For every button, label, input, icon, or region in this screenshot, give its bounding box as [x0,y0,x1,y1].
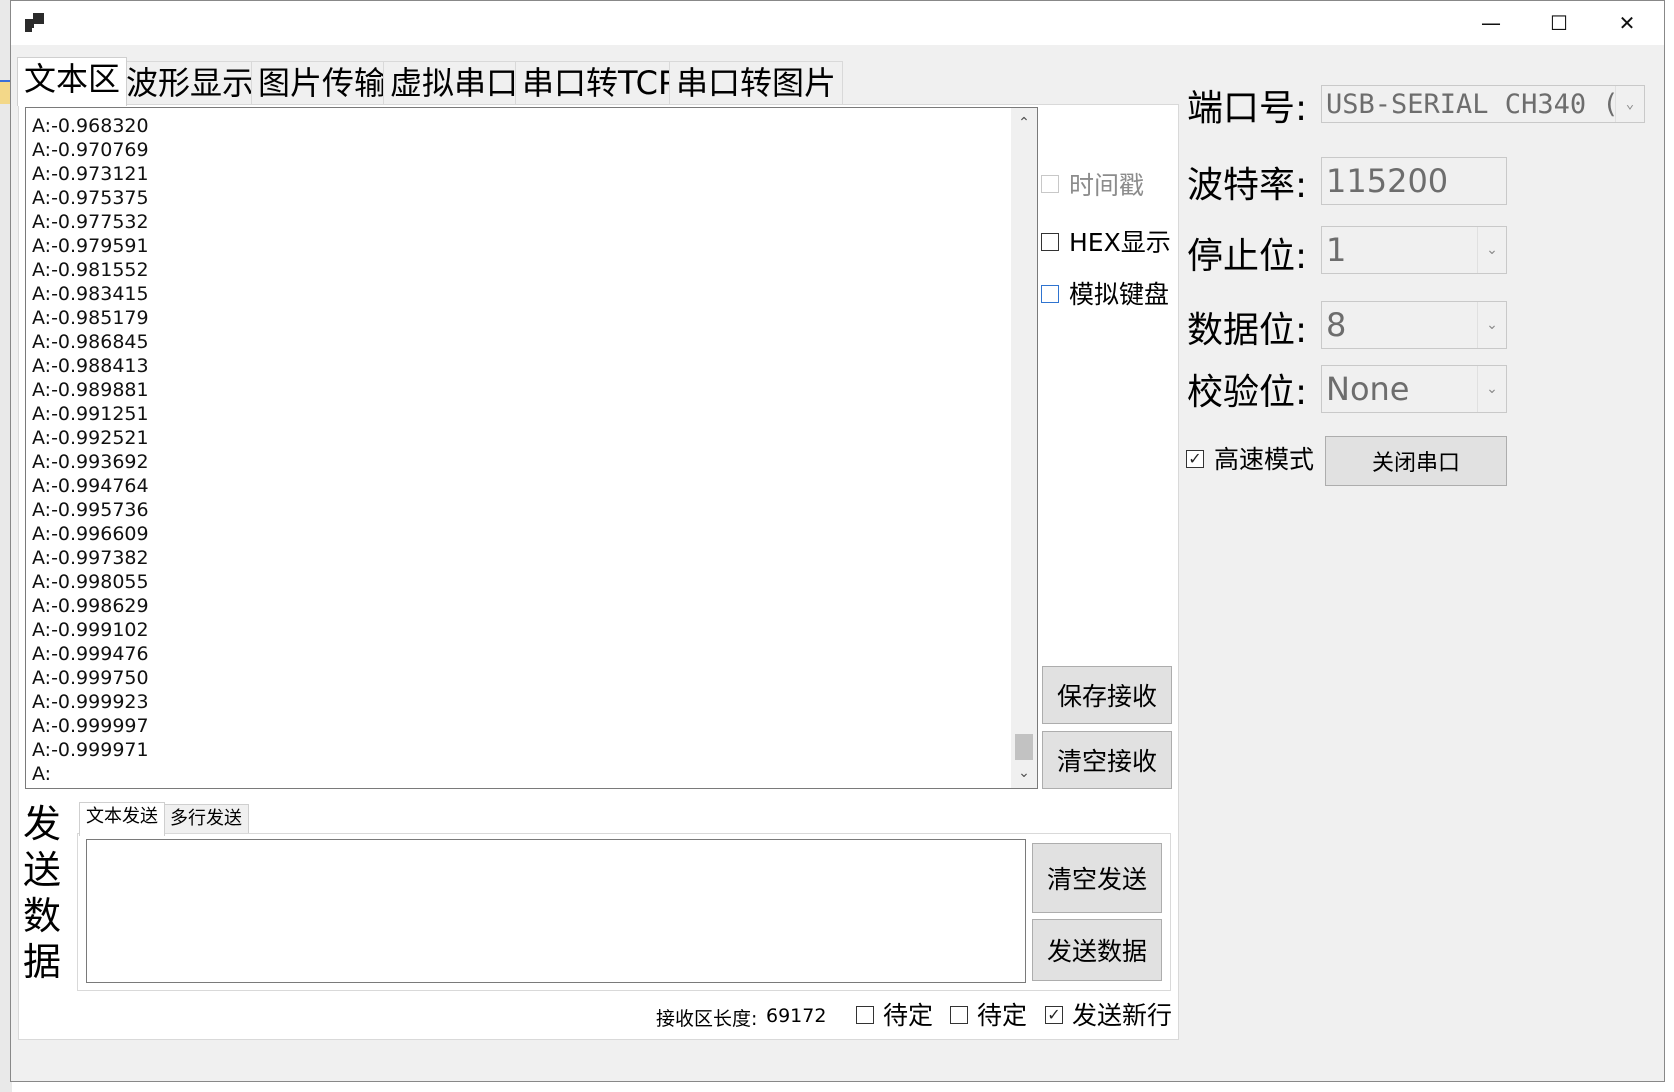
tab-multiline-send[interactable]: 多行发送 [163,804,249,835]
scroll-down-icon[interactable]: ⌄ [1011,760,1037,786]
pending1-label: 待定 [883,1001,934,1030]
scroll-up-icon[interactable]: ⌃ [1011,110,1037,136]
close-button[interactable]: ✕ [1593,1,1661,45]
receive-length-label: 接收区长度: [656,1008,758,1030]
hex-display-checkbox[interactable] [1041,233,1059,251]
stop-bits-select[interactable]: 1 ⌄ [1321,226,1507,274]
receive-line: A:-0.999923 [32,691,149,713]
receive-line: A:-0.983415 [32,283,149,305]
clear-receive-button[interactable]: 清空接收 [1042,731,1172,789]
send-data-label: 发 送 数 据 [22,801,62,985]
receive-line: A:-0.996609 [32,523,149,545]
stop-bits-value: 1 [1326,231,1347,269]
baud-label: 波特率: [1187,165,1308,206]
parity-label: 校验位: [1187,372,1308,413]
data-bits-value: 8 [1326,306,1347,344]
scroll-thumb[interactable] [1015,734,1033,760]
pending2-checkbox[interactable] [950,1006,968,1024]
tab-waveform[interactable]: 波形显示 [119,61,262,104]
receive-line: A:-0.999750 [32,667,149,689]
receive-line: A:-0.991251 [32,403,149,425]
receive-line: A:-0.988413 [32,355,149,377]
receive-line: A:-0.992521 [32,427,149,449]
data-bits-label: 数据位: [1187,310,1308,351]
receive-length-value: 69172 [766,1005,827,1027]
pending2-label: 待定 [977,1001,1028,1030]
virtual-keyboard-checkbox[interactable] [1041,285,1059,303]
hex-display-label: HEX显示 [1069,228,1171,257]
send-label-char: 据 [22,940,61,984]
receive-line: A:-0.997382 [32,547,149,569]
tab-serial-to-tcp[interactable]: 串口转TCP [515,61,685,104]
close-port-button[interactable]: 关闭串口 [1325,436,1507,486]
receive-line: A:-0.998629 [32,595,149,617]
data-bits-select[interactable]: 8 ⌄ [1321,301,1507,349]
receive-text-content: A:-0.968320 A:-0.970769 A:-0.973121 A:-0.97… [32,114,149,786]
receive-line: A:-0.995736 [32,499,149,521]
send-input[interactable] [86,839,1026,983]
receive-line: A:-0.968320 [32,115,149,137]
tab-text-send[interactable]: 文本发送 [79,802,165,836]
chevron-down-icon[interactable]: ⌄ [1477,302,1506,348]
clear-send-button[interactable]: 清空发送 [1032,843,1162,913]
receive-line: A:-0.989881 [32,379,149,401]
receive-line: A:-0.985179 [32,307,149,329]
receive-line: A:-0.973121 [32,163,149,185]
stop-bits-label: 停止位: [1187,236,1308,277]
high-speed-checkbox[interactable]: ✓ [1186,450,1204,468]
minimize-button[interactable]: — [1457,1,1525,45]
chevron-down-icon[interactable]: ⌄ [1477,227,1506,273]
receive-line: A:-0.977532 [32,211,149,233]
send-newline-checkbox[interactable]: ✓ [1045,1006,1063,1024]
receive-line: A:-0.970769 [32,139,149,161]
virtual-keyboard-label: 模拟键盘 [1069,280,1170,309]
pending1-checkbox[interactable] [856,1006,874,1024]
send-label-char: 数 [22,894,61,938]
save-receive-button[interactable]: 保存接收 [1042,666,1172,724]
tab-virtual-serial[interactable]: 虚拟串口 [383,61,526,104]
timestamp-checkbox[interactable] [1041,175,1059,193]
timestamp-label: 时间戳 [1069,171,1145,200]
tab-image-transfer[interactable]: 图片传输 [251,61,394,104]
tab-text-area[interactable]: 文本区 [17,57,128,106]
app-icon [25,13,45,33]
high-speed-label: 高速模式 [1214,445,1315,474]
parity-value: None [1326,370,1410,408]
port-label: 端口号: [1187,88,1308,129]
receive-line: A:-0.979591 [32,235,149,257]
send-data-button[interactable]: 发送数据 [1032,919,1162,981]
chevron-down-icon[interactable]: ⌄ [1477,366,1506,412]
receive-line: A:-0.981552 [32,259,149,281]
receive-line: A:-0.999476 [32,643,149,665]
receive-line: A:-0.999102 [32,619,149,641]
receive-textbox[interactable]: A:-0.968320 A:-0.970769 A:-0.973121 A:-0.97… [25,107,1038,789]
receive-line: A:-0.994764 [32,475,149,497]
receive-line: A:-0.986845 [32,331,149,353]
receive-line: A:-0.998055 [32,571,149,593]
baud-input[interactable]: 115200 [1321,157,1507,205]
receive-line: A:-0.975375 [32,187,149,209]
port-select[interactable]: USB-SERIAL CH340 (C ⌄ [1321,85,1645,123]
send-label-char: 发 [22,802,61,846]
maximize-button[interactable]: ☐ [1525,1,1593,45]
baud-value: 115200 [1326,162,1449,200]
title-bar: — ☐ ✕ [11,1,1664,45]
send-label-char: 送 [22,848,61,892]
send-newline-label: 发送新行 [1072,1001,1173,1030]
receive-line: A:-0.999971 [32,739,149,761]
parity-select[interactable]: None ⌄ [1321,365,1507,413]
app-window: — ☐ ✕ 文本区 波形显示 图片传输 虚拟串口 串口转TCP 串口转图片 A:… [10,0,1665,1082]
receive-line: A:-0.999997 [32,715,149,737]
chevron-down-icon[interactable]: ⌄ [1615,86,1644,122]
tab-serial-to-image[interactable]: 串口转图片 [669,61,844,104]
port-value: USB-SERIAL CH340 (C [1326,88,1615,120]
receive-line: A: [32,763,52,785]
receive-scrollbar[interactable]: ⌃ ⌄ [1011,108,1037,788]
receive-line: A:-0.993692 [32,451,149,473]
